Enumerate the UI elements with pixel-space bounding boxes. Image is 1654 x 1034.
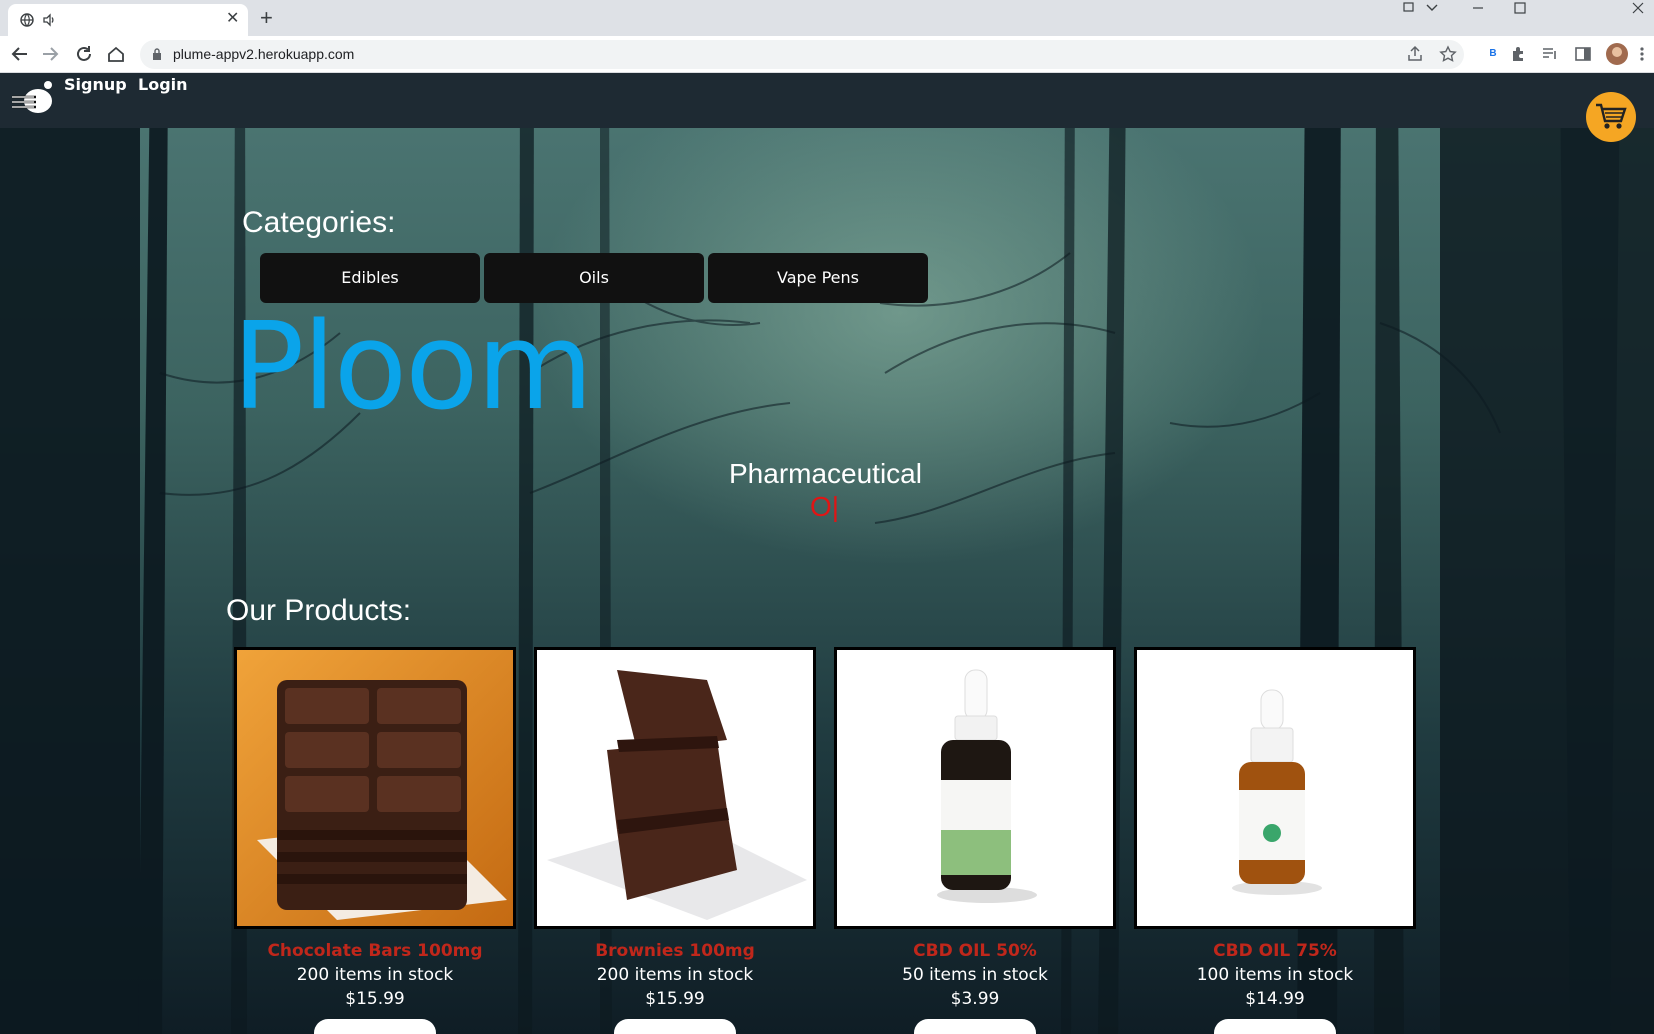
product-card[interactable]: Brownies 100mg 200 items in stock $15.99 [534, 647, 816, 1034]
browser-tab[interactable]: ✕ [8, 4, 248, 36]
product-stock: 50 items in stock [902, 965, 1048, 985]
product-image-cbd-50[interactable] [834, 647, 1116, 929]
signup-link[interactable]: Signup [64, 75, 127, 94]
logo-icon[interactable] [10, 79, 54, 115]
product-stock: 200 items in stock [296, 965, 454, 985]
add-to-cart-button[interactable] [614, 1019, 736, 1034]
address-bar[interactable]: plume-appv2.herokuapp.com [140, 40, 1464, 69]
product-price: $3.99 [950, 989, 1000, 1009]
category-vape-pens-button[interactable]: Vape Pens [708, 253, 928, 303]
product-card[interactable]: CBD OIL 50% 50 items in stock $3.99 [834, 647, 1116, 1034]
products-heading: Our Products: [226, 594, 412, 627]
product-price: $15.99 [345, 989, 405, 1009]
side-panel-icon[interactable] [1574, 45, 1592, 63]
browser-toolbar: plume-appv2.herokuapp.com B [0, 36, 1654, 73]
puzzle-icon[interactable] [1510, 45, 1528, 63]
add-to-cart-button[interactable] [914, 1019, 1036, 1034]
login-link[interactable]: Login [138, 75, 188, 94]
more-menu-icon[interactable] [1638, 45, 1646, 63]
cart-button[interactable] [1586, 92, 1636, 142]
product-card[interactable]: CBD OIL 75% 100 items in stock $14.99 [1134, 647, 1416, 1034]
tab-close-button[interactable]: ✕ [226, 10, 239, 28]
shopping-cart-icon [1596, 103, 1627, 129]
cbd-bottle-green-image [937, 669, 1037, 903]
cbd-bottle-amber-image [1232, 689, 1322, 895]
product-image-brownies[interactable] [534, 647, 816, 929]
share-icon[interactable] [1406, 45, 1424, 63]
forward-icon[interactable] [40, 44, 60, 64]
brownies-image [547, 670, 807, 920]
page-content: Signup Login Categories: Edibles Oils Va… [0, 73, 1654, 1034]
window-close-icon[interactable] [1630, 0, 1646, 16]
categories-heading: Categories: [242, 206, 396, 239]
hero-tagline: Pharmaceutical [729, 458, 922, 489]
typed-text: O| [810, 491, 840, 522]
bookmark-star-icon[interactable] [1439, 45, 1457, 63]
lock-icon [153, 48, 161, 60]
product-price: $14.99 [1245, 989, 1305, 1009]
product-name[interactable]: Brownies 100mg [534, 941, 816, 961]
product-image-chocolate[interactable] [234, 647, 516, 929]
brand-title: Ploom [232, 298, 593, 437]
product-price: $15.99 [645, 989, 705, 1009]
maximize-icon[interactable] [1512, 0, 1528, 16]
reload-icon[interactable] [74, 44, 94, 64]
product-name[interactable]: CBD OIL 50% [834, 941, 1116, 961]
media-icon[interactable] [1541, 45, 1559, 63]
site-navbar: Signup Login [0, 73, 1654, 128]
back-icon[interactable] [10, 44, 30, 64]
product-name[interactable]: CBD OIL 75% [1134, 941, 1416, 961]
product-card[interactable]: Chocolate Bars 100mg 200 items in stock … [234, 647, 516, 1034]
product-stock: 200 items in stock [596, 965, 754, 985]
new-tab-button[interactable]: + [260, 6, 273, 30]
chocolate-bar-image [257, 680, 507, 920]
globe-icon [20, 13, 34, 27]
avatar[interactable] [1606, 43, 1628, 65]
url-text: plume-appv2.herokuapp.com [173, 46, 355, 62]
minimize-icon[interactable] [1470, 0, 1486, 16]
add-to-cart-button[interactable] [1214, 1019, 1336, 1034]
product-stock: 100 items in stock [1196, 965, 1354, 985]
home-icon[interactable] [106, 44, 126, 64]
product-image-cbd-75[interactable] [1134, 647, 1416, 929]
chevron-down-icon[interactable] [1424, 0, 1440, 16]
product-name[interactable]: Chocolate Bars 100mg [234, 941, 516, 961]
add-to-cart-button[interactable] [314, 1019, 436, 1034]
extension-badge[interactable]: B [1484, 45, 1502, 63]
tab-search-icon[interactable] [1402, 0, 1418, 16]
audio-icon[interactable] [42, 13, 56, 27]
browser-tab-strip: ✕ + [0, 0, 1654, 36]
